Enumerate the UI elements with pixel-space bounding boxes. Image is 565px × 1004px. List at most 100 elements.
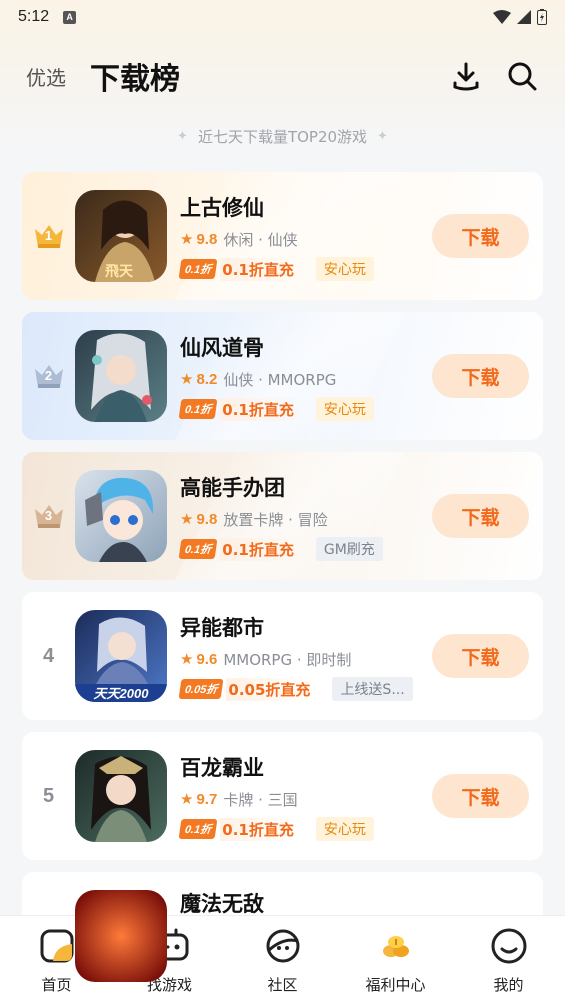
rank-badge: 2 xyxy=(22,363,75,389)
game-card[interactable]: 3 高能手办团 ★ 9.8 放置卡牌 · 冒险 0.1折 0.1折直充 GM刷充… xyxy=(22,452,543,580)
discount-text: 0.1折直充 xyxy=(220,257,302,281)
nav-label: 社区 xyxy=(267,976,298,994)
rank-number: 1 xyxy=(44,228,53,243)
game-meta: ★ 9.6 MMORPG · 即时制 xyxy=(180,648,432,670)
nav-community[interactable]: 社区 xyxy=(233,926,333,995)
download-button[interactable]: 下载 xyxy=(432,774,529,818)
rank-number: 3 xyxy=(44,508,53,523)
coins-icon xyxy=(376,926,416,966)
ranking-subtitle: ✦ 近七天下载量TOP20游戏 ✦ xyxy=(0,124,565,148)
status-bar: 5:12 A xyxy=(0,0,565,34)
nav-profile[interactable]: 我的 xyxy=(459,926,559,995)
game-icon[interactable] xyxy=(75,470,167,562)
game-info: 异能都市 ★ 9.6 MMORPG · 即时制 0.05折 0.05折直充 上线… xyxy=(178,612,432,701)
top-header: 优选 下载榜 xyxy=(0,50,565,102)
battery-icon xyxy=(537,9,547,25)
sparkle-icon: ✦ xyxy=(377,128,388,144)
game-icon-art-text: 飛天 xyxy=(104,264,134,280)
discount-label: 0.1折 0.1折直充 xyxy=(178,537,302,561)
game-meta: ★ 8.2 仙侠 · MMORPG xyxy=(180,368,432,390)
nav-label: 我的 xyxy=(493,976,524,994)
sparkle-icon: ✦ xyxy=(177,128,188,144)
home-icon xyxy=(37,926,77,966)
discount-text: 0.1折直充 xyxy=(220,537,302,561)
discount-text: 0.05折直充 xyxy=(226,677,319,701)
rank-badge: 1 xyxy=(22,223,75,249)
profile-icon xyxy=(489,926,529,966)
game-name: 上古修仙 xyxy=(180,196,264,220)
game-name: 高能手办团 xyxy=(180,476,285,500)
signal-icon xyxy=(517,10,531,24)
discount-badge: 0.1折 xyxy=(178,259,218,279)
game-icon[interactable]: 天天2000 xyxy=(75,610,167,702)
game-meta: ★ 9.8 休闲 · 仙侠 xyxy=(180,228,432,250)
notification-a-icon: A xyxy=(63,10,77,24)
discount-badge: 0.1折 xyxy=(178,399,218,419)
download-icon[interactable] xyxy=(449,59,483,93)
game-card[interactable]: 4 天天2000 异能都市 ★ 9.6 MMORPG · 即时制 0.05折 0… xyxy=(22,592,543,720)
game-promos: 0.1折 0.1折直充 GM刷充 xyxy=(178,537,432,561)
tab-featured[interactable]: 优选 xyxy=(26,62,66,91)
game-info: 高能手办团 ★ 9.8 放置卡牌 · 冒险 0.1折 0.1折直充 GM刷充 xyxy=(178,472,432,561)
game-card[interactable]: 1 飛天 上古修仙 ★ 9.8 休闲 · 仙侠 0.1折 0.1折直充 安心玩 … xyxy=(22,172,543,300)
game-icon-art-text: 天天2000 xyxy=(94,686,150,701)
star-icon: ★ xyxy=(180,230,194,248)
tab-download-ranking[interactable]: 下载榜 xyxy=(90,54,180,98)
star-icon: ★ xyxy=(180,790,194,808)
feature-tag: 安心玩 xyxy=(315,397,374,421)
discount-badge: 0.05折 xyxy=(178,679,224,699)
game-rating: 9.8 xyxy=(196,510,218,528)
game-promos: 0.05折 0.05折直充 上线送S... xyxy=(178,677,432,701)
discount-text: 0.1折直充 xyxy=(220,817,302,841)
status-time: 5:12 xyxy=(18,8,50,25)
game-card[interactable]: 2 仙风道骨 ★ 8.2 仙侠 · MMORPG 0.1折 0.1折直充 安心玩… xyxy=(22,312,543,440)
game-icon[interactable] xyxy=(75,750,167,842)
download-button[interactable]: 下载 xyxy=(432,354,529,398)
rank-badge: 3 xyxy=(22,503,75,529)
rank-badge: 5 xyxy=(22,785,75,808)
game-tags: 卡牌 · 三国 xyxy=(223,790,298,809)
feature-tag: 安心玩 xyxy=(315,257,374,281)
discount-label: 0.1折 0.1折直充 xyxy=(178,817,302,841)
rank-number: 4 xyxy=(42,644,55,667)
game-name: 仙风道骨 xyxy=(180,336,264,360)
download-button[interactable]: 下载 xyxy=(432,634,529,678)
header-actions xyxy=(449,59,539,93)
star-icon: ★ xyxy=(180,370,194,388)
game-info: 百龙霸业 ★ 9.7 卡牌 · 三国 0.1折 0.1折直充 安心玩 xyxy=(178,752,432,841)
rank-number: 2 xyxy=(44,368,53,383)
download-button[interactable]: 下载 xyxy=(432,214,529,258)
game-rating: 9.6 xyxy=(196,650,218,668)
discount-label: 0.1折 0.1折直充 xyxy=(178,257,302,281)
game-rating: 9.8 xyxy=(196,230,218,248)
nav-welfare-center[interactable]: 福利中心 xyxy=(346,926,446,995)
discount-label: 0.05折 0.05折直充 xyxy=(178,677,319,701)
game-info: 仙风道骨 ★ 8.2 仙侠 · MMORPG 0.1折 0.1折直充 安心玩 xyxy=(178,332,432,421)
status-icons xyxy=(493,9,547,25)
bronze-crown-icon: 3 xyxy=(33,503,65,529)
game-name: 魔法无敌 xyxy=(180,892,264,916)
game-meta: ★ 9.7 卡牌 · 三国 xyxy=(180,788,432,810)
game-rating: 8.2 xyxy=(196,370,218,388)
game-icon[interactable]: 飛天 xyxy=(75,190,167,282)
game-promos: 0.1折 0.1折直充 安心玩 xyxy=(178,397,432,421)
game-tags: MMORPG · 即时制 xyxy=(223,650,352,669)
game-tags: 休闲 · 仙侠 xyxy=(223,230,298,249)
star-icon: ★ xyxy=(180,510,194,528)
discount-label: 0.1折 0.1折直充 xyxy=(178,397,302,421)
feature-tag: 安心玩 xyxy=(315,817,374,841)
game-promos: 0.1折 0.1折直充 安心玩 xyxy=(178,817,432,841)
discount-badge: 0.1折 xyxy=(178,539,218,559)
community-icon xyxy=(263,926,303,966)
discount-text: 0.1折直充 xyxy=(220,397,302,421)
game-info: 魔法无敌 xyxy=(180,888,543,918)
discount-badge: 0.1折 xyxy=(178,819,218,839)
game-ranking-list: 1 飛天 上古修仙 ★ 9.8 休闲 · 仙侠 0.1折 0.1折直充 安心玩 … xyxy=(22,172,543,1004)
game-card[interactable]: 5 百龙霸业 ★ 9.7 卡牌 · 三国 0.1折 0.1折直充 安心玩 下载 xyxy=(22,732,543,860)
game-icon[interactable] xyxy=(75,890,167,982)
nav-label: 首页 xyxy=(41,976,72,994)
download-button[interactable]: 下载 xyxy=(432,494,529,538)
game-tags: 仙侠 · MMORPG xyxy=(223,370,337,389)
search-icon[interactable] xyxy=(505,59,539,93)
game-icon[interactable] xyxy=(75,330,167,422)
